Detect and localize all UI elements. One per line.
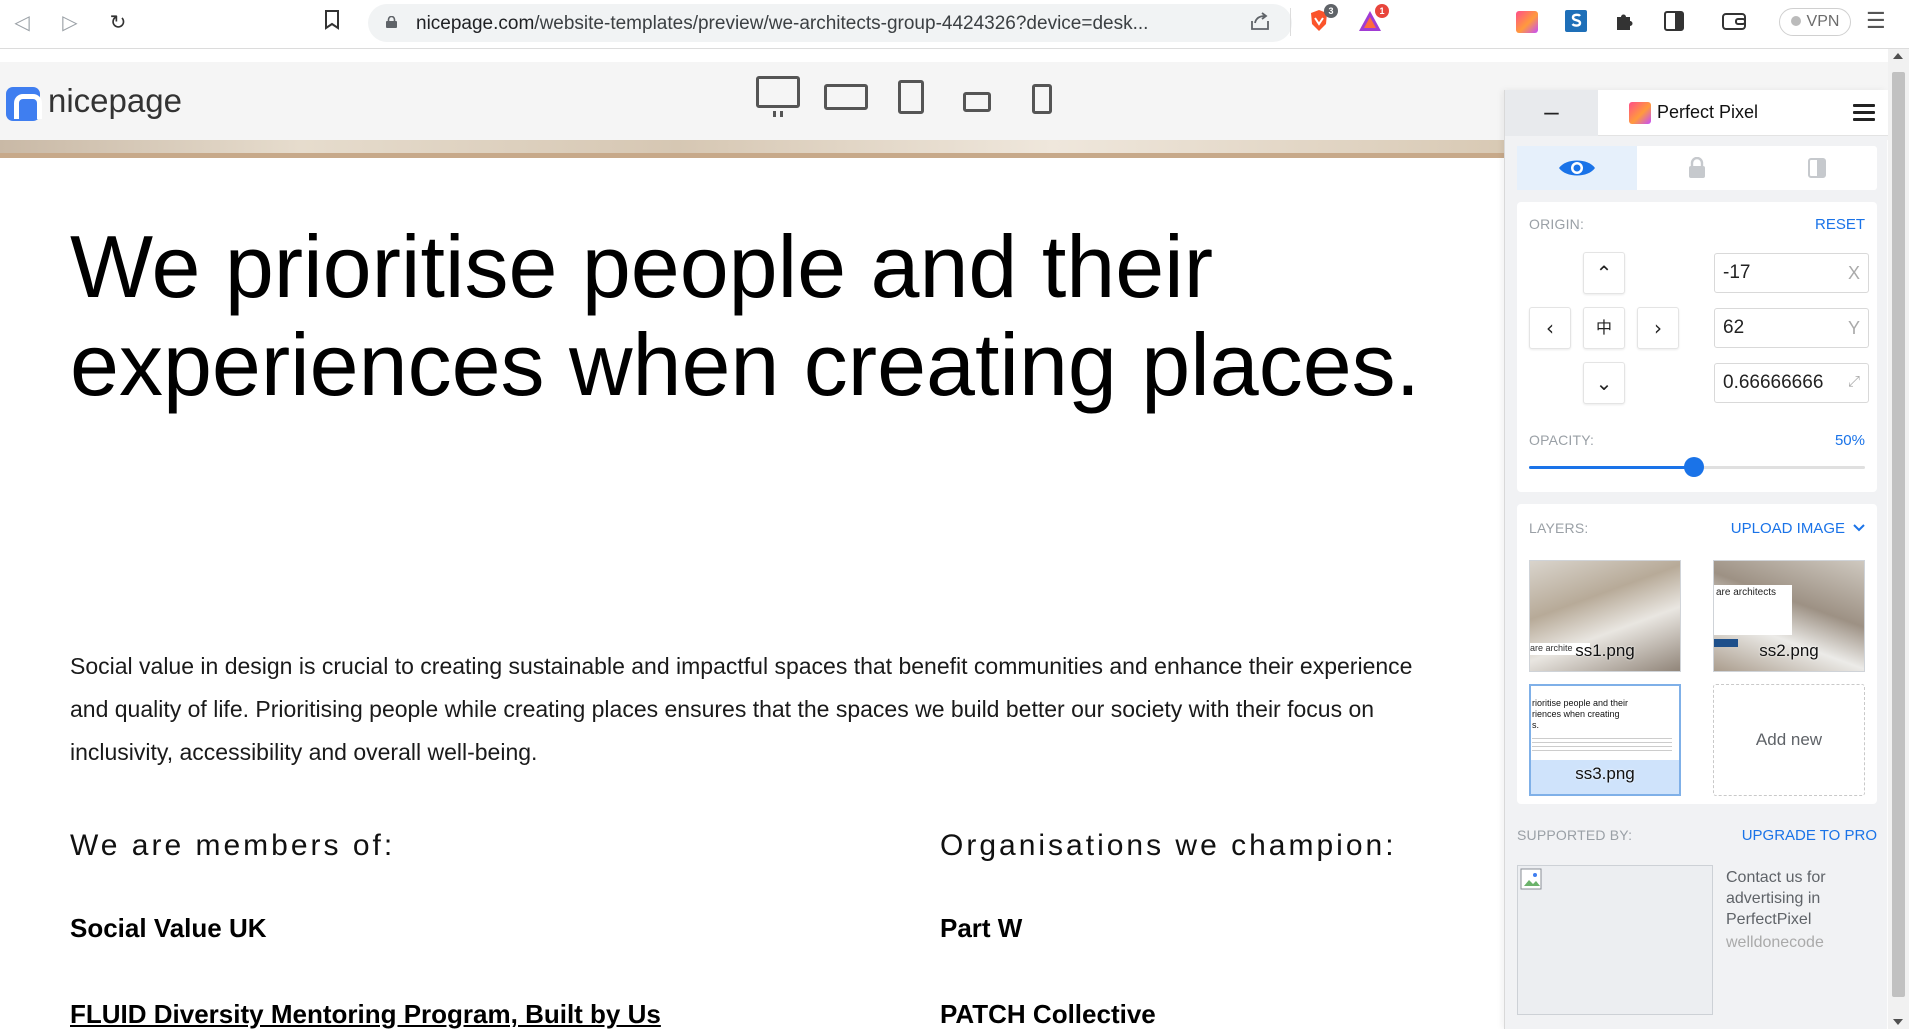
member-org-item[interactable]: FLUID Diversity Mentoring Program, Built… [70,999,661,1029]
layer-thumbnail-ss2[interactable]: are architects ss2.png [1713,560,1865,672]
scrollbar-thumb[interactable] [1892,72,1905,997]
layer-thumbnail-ss3[interactable]: rioritise people and their riences when … [1529,684,1681,796]
browser-menu-icon[interactable]: ☰ [1866,9,1886,33]
share-icon[interactable] [1249,10,1271,32]
scale-field[interactable]: ⤢ [1714,363,1869,403]
puzzle-extensions-icon[interactable] [1613,9,1639,35]
tablet-landscape-device-icon[interactable] [963,92,991,112]
nicepage-logo-icon[interactable] [6,87,42,121]
rewards-badge: 1 [1375,4,1389,18]
address-bar[interactable]: nicepage.com/website-templates/preview/w… [368,4,1292,42]
mobile-device-icon[interactable] [1032,84,1052,114]
opacity-slider-thumb[interactable] [1683,457,1704,477]
sidebar-icon[interactable] [1662,9,1688,35]
pp-menu-icon[interactable] [1853,104,1875,122]
laptop-device-icon[interactable] [824,84,868,110]
brave-rewards-icon[interactable]: 1 [1357,4,1389,34]
layers-label: LAYERS: [1529,520,1589,536]
lock-icon [386,16,397,28]
opacity-slider-fill [1529,466,1694,469]
reset-button[interactable]: RESET [1815,216,1865,233]
layer-thumbnail-ss1[interactable]: are archite ss1.png [1529,560,1681,672]
supported-by-label: SUPPORTED BY: [1517,827,1633,843]
opacity-label: OPACITY: [1529,432,1595,448]
member-org-item[interactable]: Social Value UK [70,913,267,944]
opacity-value: 50% [1834,432,1865,449]
move-down-button[interactable]: ⌄ [1583,362,1625,404]
eye-icon [1559,160,1595,176]
scroll-up-icon[interactable] [1893,53,1903,59]
champion-org-item[interactable]: PATCH Collective [940,999,1156,1029]
scale-icon: ⤢ [1847,373,1860,390]
add-new-layer-button[interactable]: Add new [1713,684,1865,796]
ad-text[interactable]: Contact us for advertising in PerfectPix… [1726,867,1876,930]
pp-mode-tabs [1517,146,1877,190]
pp-logo-icon [1629,102,1651,124]
nicepage-logo-text[interactable]: nicepage [48,82,182,120]
ad-image[interactable] [1517,865,1713,1015]
champion-org-item[interactable]: Part W [940,913,1022,944]
upgrade-to-pro-link[interactable]: UPGRADE TO PRO [1742,827,1877,844]
scale-input[interactable] [1723,372,1848,394]
origin-y-input[interactable] [1723,317,1833,339]
x-axis-label: X [1847,263,1860,283]
lock-tab[interactable] [1637,146,1757,190]
move-up-button[interactable]: ⌃ [1583,252,1625,294]
page-headline: We prioritise people and their experienc… [70,217,1421,414]
lock-icon [1689,157,1705,178]
move-right-button[interactable]: › [1637,307,1679,349]
tablet-device-icon[interactable] [898,80,924,114]
scroll-down-icon[interactable] [1893,1019,1903,1025]
origin-card: ORIGIN: RESET ⌃ ‹ 中 › ⌄ X Y ⤢ OPACITY: 5… [1517,202,1877,492]
pp-header: – Perfect Pixel [1505,90,1888,136]
origin-label: ORIGIN: [1529,216,1585,232]
layers-card: LAYERS: UPLOAD IMAGE are archite ss1.png… [1517,504,1877,804]
hero-image-strip [0,140,1504,158]
wallet-icon[interactable] [1721,9,1747,35]
brave-shields-icon[interactable]: 3 [1306,4,1338,34]
pp-minimize-button[interactable]: – [1505,90,1598,136]
desktop-device-icon[interactable] [756,76,800,117]
invert-icon [1808,158,1826,178]
visibility-tab[interactable] [1517,146,1637,190]
origin-x-input[interactable] [1723,262,1833,284]
y-axis-label: Y [1847,318,1860,338]
invert-tab[interactable] [1757,146,1877,190]
layer-thumb-caption: are architects [1714,585,1792,635]
intro-paragraph: Social value in design is crucial to cre… [70,653,1413,765]
opacity-slider[interactable] [1529,457,1865,477]
perfect-pixel-panel: – Perfect Pixel ORIGIN: RESET ⌃ ‹ 中 › ⌄ … [1504,90,1888,1029]
toolbar-divider [1290,8,1291,36]
browser-toolbar: ◁ ▷ ↻ nicepage.com/website-templates/pre… [0,0,1909,49]
brave-badge: 3 [1324,4,1338,18]
forward-icon[interactable]: ▷ [58,10,82,34]
url-text: nicepage.com/website-templates/preview/w… [416,13,1149,34]
pp-title: Perfect Pixel [1657,102,1759,122]
layer-thumb-lines [1532,738,1672,754]
layer-name: ss3.png [1575,764,1635,783]
bookmark-icon[interactable] [320,10,344,34]
vpn-button[interactable]: VPN [1779,8,1851,36]
layer-thumb-caption: rioritise people and their riences when … [1532,698,1629,730]
vpn-label: VPN [1806,13,1840,30]
origin-x-field[interactable]: X [1714,253,1869,293]
center-button[interactable]: 中 [1583,307,1625,349]
origin-y-field[interactable]: Y [1714,308,1869,348]
perfect-pixel-extension-icon[interactable] [1516,11,1538,33]
ad-credit[interactable]: welldonecode [1726,934,1824,952]
vpn-dot-icon [1790,16,1801,26]
layer-name: ss1.png [1575,641,1635,660]
layer-name: ss2.png [1759,641,1819,660]
s-extension-icon[interactable] [1564,9,1590,35]
broken-image-icon [1520,868,1542,890]
champion-heading: Organisations we champion: [940,829,1397,862]
move-left-button[interactable]: ‹ [1529,307,1571,349]
chevron-down-icon[interactable] [1853,524,1865,532]
members-heading: We are members of: [70,829,396,862]
reload-icon[interactable]: ↻ [106,10,130,34]
back-icon[interactable]: ◁ [10,10,34,34]
page-scrollbar[interactable] [1888,49,1909,1029]
upload-image-button[interactable]: UPLOAD IMAGE [1731,520,1845,537]
